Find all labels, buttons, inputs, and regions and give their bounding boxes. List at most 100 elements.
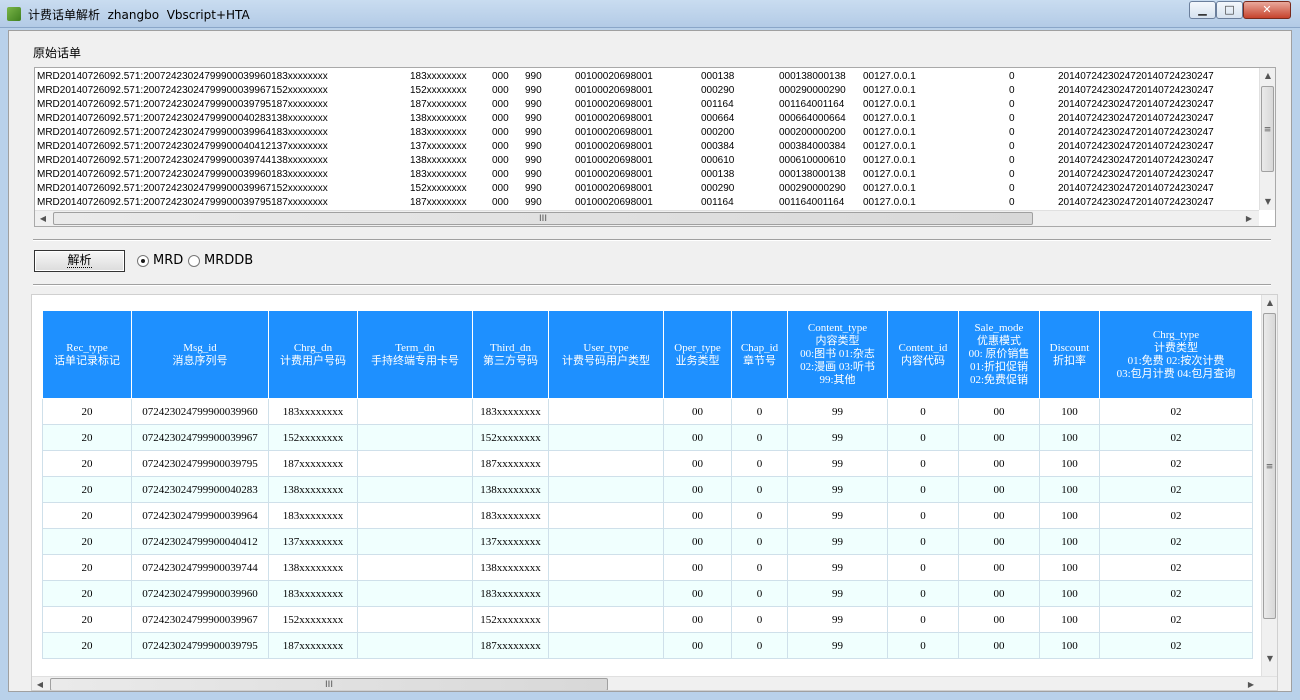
table-cell: 20: [42, 424, 132, 451]
column-header-line: 手持终端专用卡号: [371, 354, 459, 367]
raw-record-field: 00127.0.0.1: [863, 183, 916, 194]
raw-record-field: 000: [492, 71, 509, 82]
table-row[interactable]: 20 072423024799900040283 138xxxxxxxx 138xxx…: [42, 476, 1253, 503]
table-row[interactable]: 20 072423024799900039795 187xxxxxxxx 187xxx…: [42, 632, 1253, 659]
table-cell: [548, 398, 664, 425]
column-header[interactable]: Term_dn 手持终端专用卡号: [357, 310, 473, 399]
divider: [33, 239, 1271, 241]
table-cell: 00: [958, 476, 1040, 503]
table-row[interactable]: 20 072423024799900039744 138xxxxxxxx 138xxx…: [42, 554, 1253, 581]
table-cell: 183xxxxxxxx: [268, 398, 358, 425]
parsed-results-panel[interactable]: Rec_type 话单记录标记 Msg_id 消息序列号 Chrg_dn 计费用户号码 Te…: [31, 294, 1278, 691]
table-row[interactable]: 20 072423024799900039960 183xxxxxxxx 183xxx…: [42, 398, 1253, 425]
scroll-up-arrow-icon[interactable]: ▲: [1260, 68, 1275, 84]
column-header[interactable]: User_type 计费号码用户类型: [548, 310, 664, 399]
table-cell: 138xxxxxxxx: [268, 476, 358, 503]
table-cell: 183xxxxxxxx: [472, 398, 549, 425]
table-cell: [357, 580, 473, 607]
table-cell: 100: [1039, 398, 1100, 425]
column-header-line: 计费用户号码: [280, 354, 346, 367]
table-cell: 0: [887, 424, 959, 451]
grid-horizontal-scrollbar[interactable]: ◀ III ▶: [32, 676, 1277, 690]
column-header[interactable]: Sale_mode 优惠模式 00: 原价销售 01:折扣促销 02:免费促销: [958, 310, 1040, 399]
table-cell: 00: [663, 424, 732, 451]
column-header[interactable]: Content_id 内容代码: [887, 310, 959, 399]
raw-record-field: 183xxxxxxxx: [410, 71, 467, 82]
raw-record-field: MRD20140726092.571:200724230247999000399…: [37, 127, 328, 138]
raw-records-textarea[interactable]: MRD20140726092.571:200724230247999000399…: [34, 67, 1276, 227]
scroll-left-arrow-icon[interactable]: ◀: [32, 677, 48, 690]
column-header[interactable]: Discount 折扣率: [1039, 310, 1100, 399]
column-header[interactable]: Third_dn 第三方号码: [472, 310, 549, 399]
raw-record-field: 00100020698001: [575, 141, 653, 152]
table-row[interactable]: 20 072423024799900039795 187xxxxxxxx 187xxx…: [42, 450, 1253, 477]
scroll-right-arrow-icon[interactable]: ▶: [1243, 677, 1259, 690]
table-cell: 0: [731, 502, 788, 529]
column-header[interactable]: Rec_type 话单记录标记: [42, 310, 132, 399]
column-header[interactable]: Content_type 内容类型 00:图书 01:杂志 02:漫画 03:听书 99…: [787, 310, 888, 399]
raw-record-field: 990: [525, 127, 542, 138]
table-row[interactable]: 20 072423024799900039967 152xxxxxxxx 152xxx…: [42, 606, 1253, 633]
table-cell: [548, 632, 664, 659]
scroll-down-arrow-icon[interactable]: ▼: [1260, 194, 1275, 210]
table-row[interactable]: 20 072423024799900039960 183xxxxxxxx 183xxx…: [42, 580, 1253, 607]
raw-record-field: 000: [492, 141, 509, 152]
table-cell: 187xxxxxxxx: [268, 632, 358, 659]
table-cell: 187xxxxxxxx: [268, 450, 358, 477]
table-row[interactable]: 20 072423024799900039964 183xxxxxxxx 183xxx…: [42, 502, 1253, 529]
table-cell: 0: [887, 502, 959, 529]
scroll-up-arrow-icon[interactable]: ▲: [1262, 295, 1277, 311]
table-cell: 00: [958, 502, 1040, 529]
table-cell: 152xxxxxxxx: [472, 424, 549, 451]
scroll-down-arrow-icon[interactable]: ▼: [1262, 651, 1277, 667]
parse-button[interactable]: 解析: [34, 250, 125, 272]
raw-record-field: 000610: [701, 155, 735, 166]
raw-record-line: MRD20140726092.571:200724230247999000397…: [37, 196, 1261, 210]
column-header[interactable]: Msg_id 消息序列号: [131, 310, 269, 399]
grid-hscroll-thumb[interactable]: III: [50, 678, 608, 690]
column-header[interactable]: Chap_id 章节号: [731, 310, 788, 399]
raw-record-field: 138xxxxxxxx: [410, 113, 467, 124]
radio-mrd[interactable]: MRD: [137, 253, 183, 268]
raw-hscroll-thumb[interactable]: III: [53, 212, 1033, 225]
raw-record-field: 0: [1009, 141, 1015, 152]
table-cell: 0: [731, 606, 788, 633]
raw-horizontal-scrollbar[interactable]: ◀ III ▶: [35, 210, 1259, 226]
table-cell: 100: [1039, 580, 1100, 607]
maximize-button[interactable]: □: [1216, 1, 1243, 19]
raw-record-field: 001164: [701, 197, 734, 208]
raw-record-field: 00127.0.0.1: [863, 155, 916, 166]
minimize-button[interactable]: ▁: [1189, 1, 1216, 19]
raw-record-field: 152xxxxxxxx: [410, 183, 467, 194]
raw-record-field: 000: [492, 85, 509, 96]
table-row[interactable]: 20 072423024799900039967 152xxxxxxxx 152xxx…: [42, 424, 1253, 451]
radio-mrddb-dot[interactable]: [188, 254, 200, 267]
raw-record-field: 001164: [701, 99, 734, 110]
column-header-line: User_type: [583, 341, 629, 354]
scroll-right-arrow-icon[interactable]: ▶: [1241, 211, 1257, 226]
column-header[interactable]: Chrg_type 计费类型 01:免费 02:按次计费 03:包月计费 04:包月查…: [1099, 310, 1253, 399]
scroll-left-arrow-icon[interactable]: ◀: [35, 211, 51, 226]
radio-mrd-dot[interactable]: [137, 254, 149, 267]
grid-vertical-scrollbar[interactable]: ▲ ≡ ▼: [1261, 295, 1277, 676]
column-header[interactable]: Chrg_dn 计费用户号码: [268, 310, 358, 399]
table-cell: [357, 450, 473, 477]
table-cell: 02: [1099, 398, 1253, 425]
table-cell: 0: [731, 450, 788, 477]
raw-record-field: 990: [525, 197, 542, 208]
raw-vertical-scrollbar[interactable]: ▲ ≡ ▼: [1259, 68, 1275, 210]
table-cell: [548, 476, 664, 503]
column-header[interactable]: Oper_type 业务类型: [663, 310, 732, 399]
raw-vscroll-thumb[interactable]: ≡: [1261, 86, 1274, 172]
table-cell: [548, 580, 664, 607]
table-cell: 100: [1039, 554, 1100, 581]
table-cell: 99: [787, 398, 888, 425]
radio-mrddb[interactable]: MRDDB: [188, 253, 253, 268]
raw-record-field: 0: [1009, 169, 1015, 180]
table-cell: 138xxxxxxxx: [472, 476, 549, 503]
grid-vscroll-thumb[interactable]: ≡: [1263, 313, 1276, 619]
close-button[interactable]: ✕: [1243, 1, 1291, 19]
column-header-line: 00: 原价销售: [968, 348, 1030, 360]
table-cell: 99: [787, 632, 888, 659]
table-row[interactable]: 20 072423024799900040412 137xxxxxxxx 137xxx…: [42, 528, 1253, 555]
